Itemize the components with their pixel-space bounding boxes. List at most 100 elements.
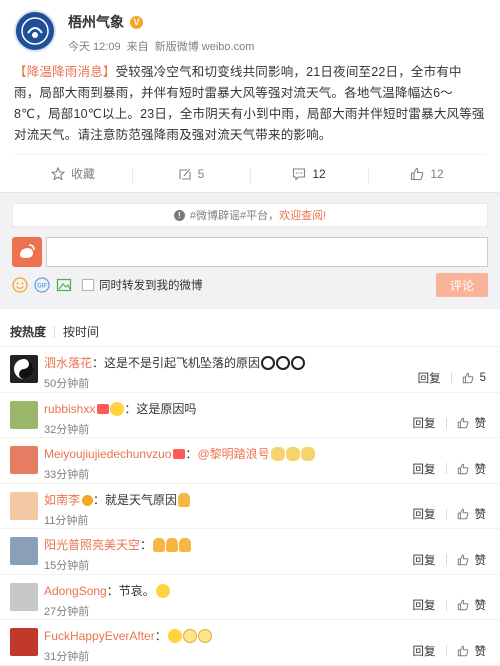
comment-actions: 回复 赞 bbox=[413, 415, 487, 431]
comment-actions: 回复 赞 bbox=[413, 461, 487, 477]
comment-like-button[interactable]: 赞 bbox=[457, 643, 486, 659]
dog-emoji-icon bbox=[270, 447, 285, 461]
comment-item: 阳光普照亮美天空： 15分钟前 回复 赞 bbox=[0, 529, 500, 575]
commenter-avatar[interactable] bbox=[10, 400, 38, 429]
forward-button[interactable]: 5 bbox=[132, 166, 250, 183]
post-source[interactable]: 新版微博 weibo.com bbox=[155, 41, 255, 53]
commenter-avatar[interactable] bbox=[10, 446, 38, 474]
yin-yang-avatar-icon bbox=[14, 359, 34, 379]
pray-emoji-icon bbox=[153, 538, 166, 552]
verified-icon bbox=[82, 494, 94, 506]
commenter-avatar[interactable] bbox=[10, 582, 38, 611]
comment-item: FuckHappyEverAfter： 31分钟前 回复 赞 bbox=[0, 620, 500, 666]
comment-actions: 回复 赞 bbox=[413, 597, 486, 613]
tab-sort-hot[interactable]: 按热度 bbox=[10, 323, 46, 340]
reply-button[interactable]: 回复 bbox=[413, 552, 436, 568]
commenter-name[interactable]: 如南李 bbox=[44, 493, 80, 507]
divider bbox=[445, 645, 447, 656]
comment-count: 12 bbox=[312, 166, 326, 181]
commenter-name[interactable]: 阳光普照亮美天空 bbox=[44, 538, 140, 552]
comment-area: ! #微博辟谣#平台， 欢迎查阅! GIF 同时转发到我的微博 评论 bbox=[0, 192, 500, 309]
weather-logo-icon bbox=[21, 17, 49, 45]
notice-text: #微博辟谣#平台， bbox=[189, 210, 280, 222]
comment-actions: 回复 赞 bbox=[413, 506, 487, 522]
pray-emoji-icon bbox=[178, 492, 191, 507]
thumbs-up-icon bbox=[457, 417, 468, 429]
comment-like-count: 赞 bbox=[474, 418, 487, 430]
comment-text: ：就是天气原因 bbox=[93, 492, 178, 507]
gif-icon[interactable]: GIF bbox=[34, 277, 50, 293]
forward-count: 5 bbox=[197, 166, 205, 181]
commenter-avatar[interactable] bbox=[10, 628, 38, 656]
post-time[interactable]: 今天 12:09 bbox=[68, 41, 121, 53]
reply-button[interactable]: 回复 bbox=[413, 461, 436, 477]
comment-item: AdongSong：节哀。 27分钟前 回复 赞 bbox=[0, 575, 500, 620]
author-name[interactable]: 梧州气象 bbox=[68, 12, 124, 32]
comment-input[interactable] bbox=[46, 237, 488, 267]
submit-comment-button[interactable]: 评论 bbox=[436, 273, 488, 297]
mention-link[interactable]: @黎明踏浪号 bbox=[197, 447, 269, 461]
comment-like-count: 赞 bbox=[474, 509, 487, 521]
vip-icon bbox=[97, 403, 110, 414]
comment-text: ： bbox=[185, 447, 198, 461]
source-prefix: 来自 bbox=[126, 41, 149, 53]
comment-like-count: 赞 bbox=[474, 463, 487, 476]
comment-like-count: 赞 bbox=[474, 554, 487, 567]
commenter-name[interactable]: FuckHappyEverAfter bbox=[44, 629, 155, 643]
reply-button[interactable]: 回复 bbox=[413, 415, 436, 431]
reply-button[interactable]: 回复 bbox=[413, 506, 436, 522]
panda-emoji-icon bbox=[261, 356, 276, 370]
crying-emoji-icon bbox=[155, 583, 170, 598]
comment-like-button[interactable]: 赞 bbox=[457, 415, 487, 431]
comment-text: ：这是不是引起飞机坠落的原因 bbox=[92, 356, 261, 370]
thumbs-up-icon bbox=[457, 599, 468, 611]
author-avatar[interactable] bbox=[14, 10, 56, 52]
comment-text: ： bbox=[154, 629, 167, 643]
comment-text: ：节哀。 bbox=[106, 583, 155, 598]
reply-button[interactable]: 回复 bbox=[418, 370, 441, 386]
favorite-label: 收藏 bbox=[70, 167, 95, 181]
comment-button[interactable]: 12 bbox=[250, 166, 368, 183]
favorite-button[interactable]: 收藏 bbox=[14, 165, 132, 182]
commenter-name[interactable]: AdongSong bbox=[44, 584, 107, 598]
forward-icon bbox=[179, 168, 191, 180]
commenter-name[interactable]: Meiyoujiujiedechunvzuo bbox=[44, 447, 171, 461]
comment-like-button[interactable]: 赞 bbox=[457, 461, 487, 477]
commenter-avatar[interactable] bbox=[10, 355, 38, 383]
topic-link[interactable]: 【降温降雨消息】 bbox=[14, 65, 116, 79]
tab-divider bbox=[54, 325, 56, 338]
comment-like-button[interactable]: 赞 bbox=[457, 552, 487, 568]
comment-tools: GIF 同时转发到我的微博 评论 bbox=[12, 273, 488, 297]
divider bbox=[450, 372, 452, 383]
divider bbox=[445, 599, 447, 611]
image-icon[interactable] bbox=[56, 277, 72, 293]
like-button[interactable]: 12 bbox=[368, 166, 486, 183]
comment-item: 泗水落花：这是不是引起飞机坠落的原因 50分钟前 回复 5 bbox=[0, 347, 500, 393]
weibo-logo-icon bbox=[20, 244, 35, 258]
commenter-avatar[interactable] bbox=[10, 491, 38, 520]
comment-item: 如南李 ：就是天气原因 11分钟前 回复 赞 bbox=[0, 484, 500, 529]
emoji-icon[interactable] bbox=[12, 277, 28, 293]
reply-button[interactable]: 回复 bbox=[413, 643, 436, 659]
commenter-avatar[interactable] bbox=[10, 537, 38, 565]
forward-checkbox-label[interactable]: 同时转发到我的微博 bbox=[99, 277, 203, 293]
comment-like-button[interactable]: 5 bbox=[462, 372, 486, 384]
comment-like-button[interactable]: 赞 bbox=[457, 506, 487, 522]
notice-link[interactable]: 欢迎查阅! bbox=[279, 207, 326, 223]
sort-tabs: 按热度 按时间 bbox=[0, 317, 500, 347]
commenter-name[interactable]: rubbishxx bbox=[44, 402, 95, 416]
author-info: 梧州气象 V 今天 12:09 来自 新版微博 weibo.com bbox=[68, 10, 257, 54]
tab-sort-time[interactable]: 按时间 bbox=[63, 323, 99, 340]
commenter-name[interactable]: 泗水落花 bbox=[44, 356, 92, 370]
comment-text: ：这是原因吗 bbox=[124, 401, 197, 416]
forward-checkbox[interactable] bbox=[82, 279, 94, 291]
crying-emoji-icon bbox=[110, 401, 125, 416]
post-header: 梧州气象 V 今天 12:09 来自 新版微博 weibo.com bbox=[14, 10, 486, 54]
comment-item: rubbishxx ：这是原因吗 32分钟前 回复 赞 bbox=[0, 393, 500, 438]
like-count: 12 bbox=[430, 166, 444, 181]
comment-actions: 回复 5 bbox=[418, 370, 486, 386]
reply-button[interactable]: 回复 bbox=[413, 597, 436, 613]
comment-input-row bbox=[12, 237, 488, 267]
comment-like-button[interactable]: 赞 bbox=[457, 597, 486, 613]
hamster-emoji-icon bbox=[182, 629, 197, 643]
